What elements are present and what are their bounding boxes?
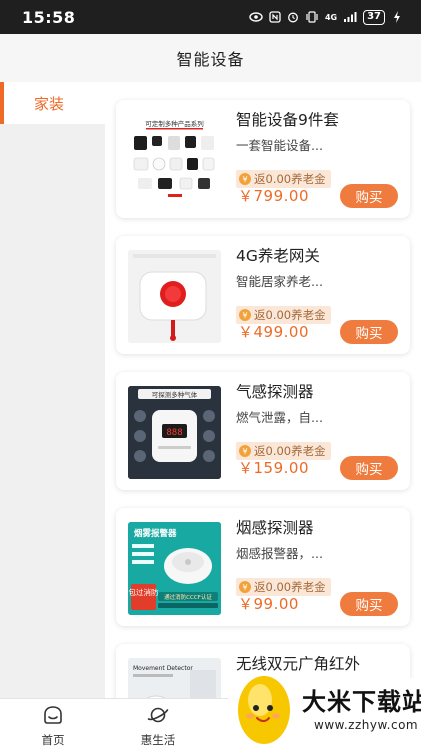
coin-icon: ¥ xyxy=(239,173,251,185)
product-description: 烟感报警器，... xyxy=(236,546,323,561)
sidebar-item-home-decor[interactable]: 家装 xyxy=(0,82,105,124)
product-description: 智能居家养老... xyxy=(236,274,323,289)
product-image xyxy=(128,250,221,343)
coin-icon: ¥ xyxy=(239,581,251,593)
battery-level: 37 xyxy=(363,9,385,25)
product-name: 气感探测器 xyxy=(236,383,314,401)
home-icon xyxy=(42,705,64,729)
tab-label: 首页 xyxy=(41,733,65,747)
thumb-caption: 可探测多种气体 xyxy=(152,390,198,399)
product-price: ￥99.00 xyxy=(238,595,299,613)
product-image: 烟雾报警器 包过消防 通过消防CCCF认证 xyxy=(128,522,221,615)
thumb-caption: Movement Detector xyxy=(133,665,193,672)
product-list[interactable]: 可定制多种产品系列 智能设备9件套 一套智能设备... ¥ 返0.00养老金 ￥… xyxy=(105,82,421,698)
tab-label: 惠生活 xyxy=(140,733,176,747)
product-name: 智能设备9件套 xyxy=(236,111,339,129)
charging-icon xyxy=(391,10,403,24)
watermark-logo: 大米下载站 www.zzhyw.com xyxy=(228,660,421,750)
product-info: 烟感探测器 烟感报警器，... ¥ 返0.00养老金 ￥99.00 购买 xyxy=(236,516,398,618)
page-title: 智能设备 xyxy=(176,50,245,69)
status-bar: 15:58 4G 37 xyxy=(0,0,421,34)
product-name: 烟感探测器 xyxy=(236,519,314,537)
category-sidebar: 家装 xyxy=(0,82,105,698)
thumb-caption: 可定制多种产品系列 xyxy=(145,119,204,128)
coin-icon: ¥ xyxy=(239,445,251,457)
product-price: ￥799.00 xyxy=(238,187,309,205)
thumb-badge: 包过消防 xyxy=(129,587,159,597)
status-time: 15:58 xyxy=(22,7,76,27)
product-name: 4G养老网关 xyxy=(236,247,320,265)
nfc-icon xyxy=(269,10,281,24)
signal-icon xyxy=(343,10,357,24)
product-card[interactable]: 可探测多种气体 888 气感探测器 燃气泄露，自... ¥ 返0.00养老金 ￥… xyxy=(116,372,410,490)
sidebar-item-label: 家装 xyxy=(34,94,65,113)
coin-icon: ¥ xyxy=(239,309,251,321)
product-description: 一套智能设备... xyxy=(236,138,323,153)
product-image: 可探测多种气体 888 xyxy=(128,386,221,479)
planet-icon xyxy=(147,705,169,729)
alarm-icon xyxy=(287,10,299,24)
product-image: 可定制多种产品系列 xyxy=(128,114,221,207)
product-description: 燃气泄露，自... xyxy=(236,410,323,425)
buy-button[interactable]: 购买 xyxy=(340,184,398,208)
eye-icon xyxy=(249,10,263,24)
buy-button[interactable]: 购买 xyxy=(340,592,398,616)
product-info: 4G养老网关 智能居家养老... ¥ 返0.00养老金 ￥499.00 购买 xyxy=(236,244,398,346)
tab-home[interactable]: 首页 xyxy=(18,705,88,748)
product-image: Movement Detector xyxy=(128,658,221,698)
buy-button[interactable]: 购买 xyxy=(340,320,398,344)
watermark-url: www.zzhyw.com xyxy=(314,718,419,732)
tab-hui-life[interactable]: 惠生活 xyxy=(123,705,193,748)
buy-button[interactable]: 购买 xyxy=(340,456,398,480)
product-info: 智能设备9件套 一套智能设备... ¥ 返0.00养老金 ￥799.00 购买 xyxy=(236,108,398,210)
page-header: 智能设备 xyxy=(0,34,421,82)
svg-text:888: 888 xyxy=(166,428,182,438)
network-label: 4G xyxy=(324,12,338,22)
product-card[interactable]: 烟雾报警器 包过消防 通过消防CCCF认证 烟感探测器 烟感报警器，... ¥ … xyxy=(116,508,410,626)
watermark-text: 大米下载站 xyxy=(302,688,421,716)
product-card[interactable]: 可定制多种产品系列 智能设备9件套 一套智能设备... ¥ 返0.00养老金 ￥… xyxy=(116,100,410,218)
product-price: ￥499.00 xyxy=(238,323,309,341)
vibrate-icon xyxy=(305,10,319,24)
product-card[interactable]: 4G养老网关 智能居家养老... ¥ 返0.00养老金 ￥499.00 购买 xyxy=(116,236,410,354)
thumb-note: 通过消防CCCF认证 xyxy=(164,593,212,601)
product-info: 气感探测器 燃气泄露，自... ¥ 返0.00养老金 ￥159.00 购买 xyxy=(236,380,398,482)
thumb-caption: 烟雾报警器 xyxy=(134,528,177,539)
product-price: ￥159.00 xyxy=(238,459,309,477)
status-icons: 4G 37 xyxy=(249,9,403,25)
